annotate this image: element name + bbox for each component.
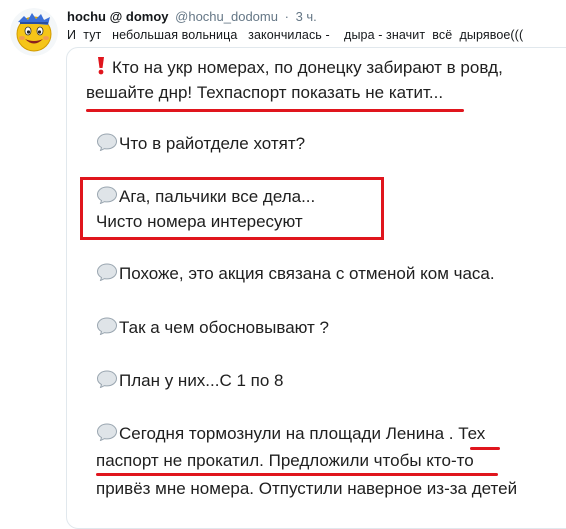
attached-screenshot[interactable] xyxy=(66,47,566,529)
author-name[interactable]: hochu @ domoy xyxy=(67,9,169,24)
tweet-time[interactable]: 3 ч. xyxy=(296,9,317,24)
tweet-text: И тут небольшая вольница закончилась - д… xyxy=(67,28,524,42)
tweet-header: hochu @ domoy @hochu_dodomu · 3 ч. xyxy=(67,9,317,25)
separator: · xyxy=(284,9,289,24)
author-handle[interactable]: @hochu_dodomu xyxy=(175,9,278,24)
avatar[interactable] xyxy=(10,8,58,56)
smiley-face-icon xyxy=(10,8,58,56)
tweet[interactable]: hochu @ domoy @hochu_dodomu · 3 ч. И тут… xyxy=(0,0,566,529)
